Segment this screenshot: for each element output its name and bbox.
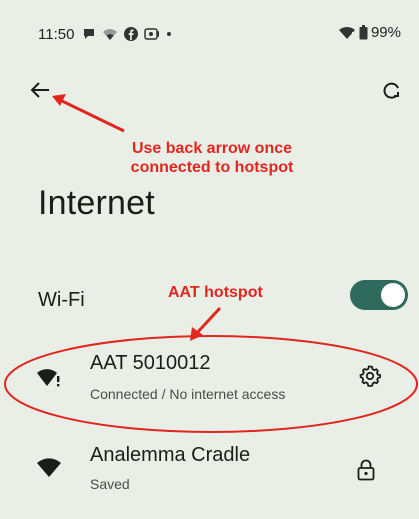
annotation-back-line1: Use back arrow once [131,140,293,157]
wifi-icon [36,458,62,478]
back-button[interactable] [22,72,58,108]
facebook-icon [124,27,138,41]
wifi-toggle-knob [381,283,405,307]
network-name: AAT 5010012 [90,352,211,374]
back-arrow-icon [30,81,50,99]
status-notification-icons [82,27,172,41]
annotation-hotspot-note: AAT hotspot [168,284,263,301]
gear-icon [359,365,381,387]
lock-icon [357,459,375,481]
network-row-analemma[interactable]: Analemma Cradle Saved [0,436,419,516]
wifi-toggle[interactable] [350,280,408,310]
annotation-arrow-hotspot [190,306,222,341]
network-row-aat[interactable]: AAT 5010012 Connected / No internet acce… [0,344,419,424]
wifi-alert-icon [36,366,62,388]
network-name: Analemma Cradle [90,444,251,466]
annotation-back-note: Use back arrow once connected to hotspot [96,139,328,177]
chat-bubble-icon [82,27,96,41]
battery-percent: 99% [370,24,401,41]
wifi-low-icon [102,27,118,41]
network-lock-indicator [350,454,382,486]
network-status: Connected / No internet access [90,386,286,402]
page-title: Internet [38,184,155,222]
refresh-button[interactable] [375,74,409,108]
status-time: 11:50 [38,26,75,43]
network-status: Saved [90,476,130,492]
refresh-icon [381,80,403,102]
annotation-back-line2: connected to hotspot [130,159,294,176]
media-icon [144,27,160,41]
annotation-arrow-back [52,94,125,133]
network-settings-button[interactable] [354,360,386,392]
dot-icon [166,27,172,41]
battery-icon [359,25,368,40]
wifi-label: Wi-Fi [38,289,85,311]
status-system-icons: 99% [338,24,401,41]
wifi-alert-icon [338,25,356,40]
